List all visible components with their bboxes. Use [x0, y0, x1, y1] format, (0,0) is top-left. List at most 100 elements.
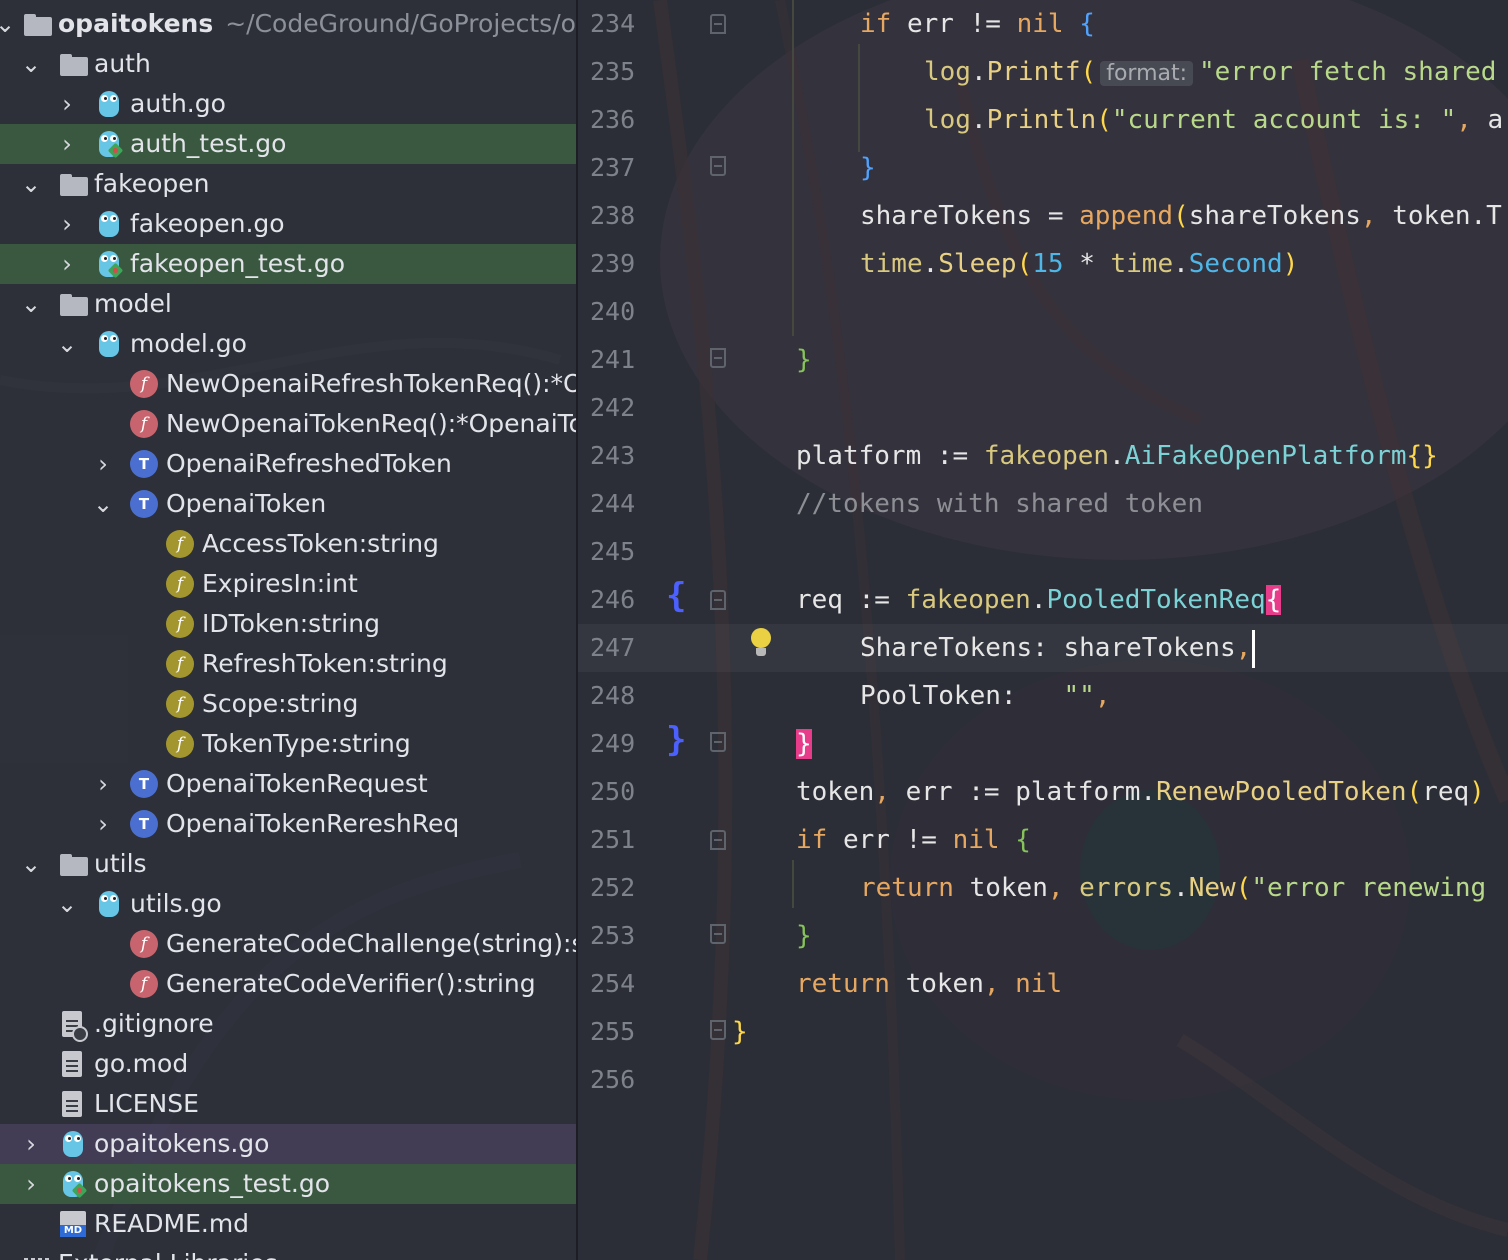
field-icon: f	[166, 610, 194, 638]
chevron-down-icon[interactable]: ⌄	[54, 884, 80, 924]
indent-guide	[792, 0, 794, 336]
line-number: 235	[590, 57, 636, 86]
fold-marker-icon[interactable]	[710, 732, 726, 752]
code-line-247: ShareTokens: shareTokens,	[860, 624, 1256, 672]
line-number: 234	[590, 9, 636, 38]
gopher-test-icon	[60, 1169, 88, 1199]
tree-row-folder[interactable]: ⌄ auth	[0, 44, 576, 84]
text-file-icon	[62, 1051, 82, 1077]
tree-row-function[interactable]: f NewOpenaiRefreshTokenReq():*OpenaiRefr…	[0, 364, 576, 404]
fold-marker-icon[interactable]	[710, 348, 726, 368]
chevron-down-icon[interactable]: ⌄	[18, 44, 44, 84]
tree-row-file[interactable]: ⌄ utils.go	[0, 884, 576, 924]
project-tree: ⌄ opaitokens ~/CodeGround/GoProjects/opai…	[0, 0, 576, 1260]
tree-row-file[interactable]: MD README.md	[0, 1204, 576, 1244]
tree-row-libraries[interactable]: External Libraries	[0, 1244, 576, 1260]
folder-icon	[60, 854, 88, 876]
chevron-right-icon[interactable]: ›	[90, 804, 116, 844]
code-line-244: //tokens with shared token	[796, 489, 1203, 519]
chevron-right-icon[interactable]: ›	[54, 244, 80, 284]
tree-row-file[interactable]: › fakeopen.go	[0, 204, 576, 244]
chevron-down-icon[interactable]: ⌄	[18, 844, 44, 884]
code-line-236: log.Println("current account is: ", a	[924, 105, 1504, 135]
tree-row-file[interactable]: .gitignore	[0, 1004, 576, 1044]
fold-marker-icon[interactable]	[710, 1020, 726, 1040]
tree-item-label: IDToken:string	[202, 609, 380, 638]
code-line-250: token, err := platform.RenewPooledToken(…	[796, 777, 1485, 807]
line-number: 250	[590, 777, 636, 806]
tree-item-label: NewOpenaiRefreshTokenReq():*OpenaiRefres…	[166, 369, 576, 398]
tree-row-file[interactable]: › auth_test.go	[0, 124, 576, 164]
tree-row-type[interactable]: › T OpenaiTokenRequest	[0, 764, 576, 804]
fold-marker-icon[interactable]	[710, 924, 726, 944]
fold-marker-icon[interactable]	[710, 590, 726, 610]
code-line-255: }	[732, 1017, 748, 1047]
tree-row-file[interactable]: LICENSE	[0, 1084, 576, 1124]
tree-row-file[interactable]: › opaitokens.go	[0, 1124, 576, 1164]
chevron-down-icon[interactable]: ⌄	[54, 324, 80, 364]
tree-row-function[interactable]: f GenerateCodeChallenge(string):string	[0, 924, 576, 964]
chevron-down-icon[interactable]: ⌄	[90, 484, 116, 524]
tree-row-folder[interactable]: ⌄ model	[0, 284, 576, 324]
type-icon: T	[130, 490, 158, 518]
tree-row-file[interactable]: › opaitokens_test.go	[0, 1164, 576, 1204]
tree-row-type[interactable]: › T OpenaiRefreshedToken	[0, 444, 576, 484]
tree-row-field[interactable]: f AccessToken:string	[0, 524, 576, 564]
code-editor[interactable]: 234 235 236 237 238 239 240 241 242 243 …	[578, 0, 1508, 1260]
function-icon: f	[130, 930, 158, 958]
line-number: 253	[590, 921, 636, 950]
tree-row-function[interactable]: f NewOpenaiTokenReq():*OpenaiTokenReques…	[0, 404, 576, 444]
chevron-down-icon[interactable]: ⌄	[18, 284, 44, 324]
folder-icon	[60, 294, 88, 316]
type-icon: T	[130, 770, 158, 798]
code-line-248: PoolToken: "",	[860, 681, 1111, 711]
fold-marker-icon[interactable]	[710, 14, 726, 34]
folder-icon	[60, 54, 88, 76]
tree-row-field[interactable]: f IDToken:string	[0, 604, 576, 644]
panel-splitter[interactable]	[576, 0, 578, 1260]
tree-item-label: go.mod	[94, 1049, 189, 1078]
chevron-right-icon[interactable]: ›	[54, 124, 80, 164]
tree-row-root[interactable]: ⌄ opaitokens ~/CodeGround/GoProjects/opai…	[0, 4, 576, 44]
chevron-right-icon[interactable]: ›	[18, 1164, 44, 1204]
chevron-right-icon[interactable]: ›	[90, 764, 116, 804]
chevron-down-icon[interactable]: ⌄	[0, 4, 18, 44]
gopher-icon	[96, 889, 122, 919]
tree-row-function[interactable]: f GenerateCodeVerifier():string	[0, 964, 576, 1004]
tree-item-label: OpenaiRefreshedToken	[166, 449, 452, 478]
tree-row-file[interactable]: › fakeopen_test.go	[0, 244, 576, 284]
tree-row-field[interactable]: f TokenType:string	[0, 724, 576, 764]
intention-bulb-icon[interactable]	[750, 628, 772, 662]
chevron-right-icon[interactable]: ›	[18, 1124, 44, 1164]
code-line-253: }	[796, 921, 812, 951]
gutter-brace-open: {	[666, 576, 687, 616]
fold-marker-icon[interactable]	[710, 156, 726, 176]
line-number: 249	[590, 729, 636, 758]
fold-marker-icon[interactable]	[710, 830, 726, 850]
chevron-right-icon[interactable]: ›	[54, 84, 80, 124]
tree-row-file[interactable]: › auth.go	[0, 84, 576, 124]
tree-row-folder[interactable]: ⌄ fakeopen	[0, 164, 576, 204]
tree-row-field[interactable]: f RefreshToken:string	[0, 644, 576, 684]
line-number: 245	[590, 537, 636, 566]
tree-row-type[interactable]: › T OpenaiTokenRereshReq	[0, 804, 576, 844]
gopher-icon	[96, 329, 122, 359]
tree-row-file[interactable]: ⌄ model.go	[0, 324, 576, 364]
function-icon: f	[130, 970, 158, 998]
tree-item-label: GenerateCodeChallenge(string):string	[166, 929, 576, 958]
tree-row-field[interactable]: f ExpiresIn:int	[0, 564, 576, 604]
tree-row-file[interactable]: go.mod	[0, 1044, 576, 1084]
gitignore-file-icon	[62, 1011, 88, 1042]
tree-item-label: AccessToken:string	[202, 529, 439, 558]
chevron-down-icon[interactable]: ⌄	[18, 164, 44, 204]
tree-row-field[interactable]: f Scope:string	[0, 684, 576, 724]
tree-row-type[interactable]: ⌄ T OpenaiToken	[0, 484, 576, 524]
matched-brace: {	[1265, 585, 1282, 615]
markdown-badge: MD	[60, 1225, 86, 1237]
line-number: 251	[590, 825, 636, 854]
function-icon: f	[130, 410, 158, 438]
tree-row-folder[interactable]: ⌄ utils	[0, 844, 576, 884]
tree-item-label: TokenType:string	[202, 729, 411, 758]
chevron-right-icon[interactable]: ›	[54, 204, 80, 244]
chevron-right-icon[interactable]: ›	[90, 444, 116, 484]
